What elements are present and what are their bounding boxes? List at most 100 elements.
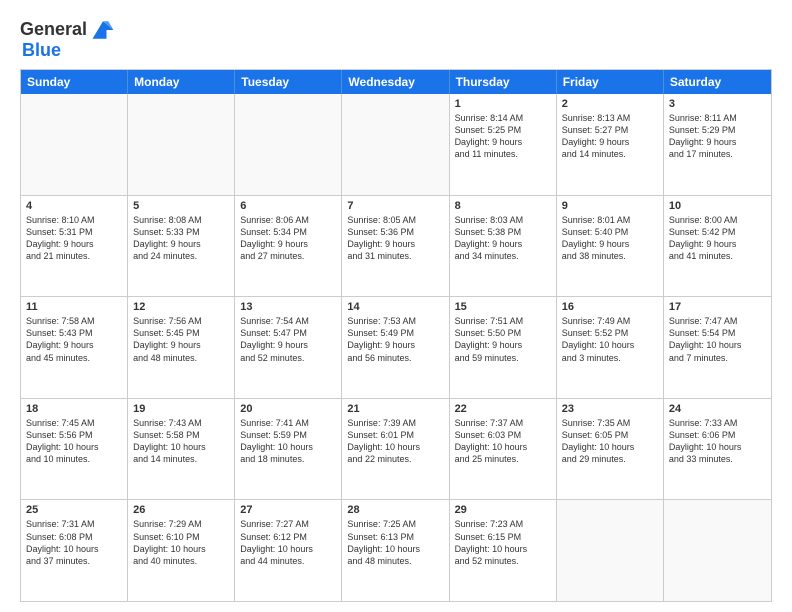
cell-info: Sunrise: 7:39 AM Sunset: 6:01 PM Dayligh… <box>347 417 443 466</box>
cal-cell: 7 Sunrise: 8:05 AM Sunset: 5:36 PM Daylig… <box>342 196 449 297</box>
cal-cell: 8 Sunrise: 8:03 AM Sunset: 5:38 PM Daylig… <box>450 196 557 297</box>
cell-info: Sunrise: 7:49 AM Sunset: 5:52 PM Dayligh… <box>562 315 658 364</box>
cal-cell: 4 Sunrise: 8:10 AM Sunset: 5:31 PM Daylig… <box>21 196 128 297</box>
cal-header-tuesday: Tuesday <box>235 70 342 94</box>
cal-cell: 12 Sunrise: 7:56 AM Sunset: 5:45 PM Dayli… <box>128 297 235 398</box>
cal-week-4: 25 Sunrise: 7:31 AM Sunset: 6:08 PM Dayli… <box>21 499 771 601</box>
cal-cell <box>235 94 342 195</box>
cal-cell: 6 Sunrise: 8:06 AM Sunset: 5:34 PM Daylig… <box>235 196 342 297</box>
day-number: 19 <box>133 403 229 415</box>
logo-text: General <box>20 20 87 40</box>
day-number: 3 <box>669 98 766 110</box>
day-number: 27 <box>240 504 336 516</box>
cal-cell: 1 Sunrise: 8:14 AM Sunset: 5:25 PM Daylig… <box>450 94 557 195</box>
day-number: 26 <box>133 504 229 516</box>
cell-info: Sunrise: 7:29 AM Sunset: 6:10 PM Dayligh… <box>133 518 229 567</box>
day-number: 28 <box>347 504 443 516</box>
day-number: 13 <box>240 301 336 313</box>
day-number: 7 <box>347 200 443 212</box>
cell-info: Sunrise: 8:11 AM Sunset: 5:29 PM Dayligh… <box>669 112 766 161</box>
day-number: 24 <box>669 403 766 415</box>
cal-cell: 3 Sunrise: 8:11 AM Sunset: 5:29 PM Daylig… <box>664 94 771 195</box>
cal-cell: 20 Sunrise: 7:41 AM Sunset: 5:59 PM Dayli… <box>235 399 342 500</box>
cal-cell <box>21 94 128 195</box>
day-number: 10 <box>669 200 766 212</box>
cell-info: Sunrise: 8:08 AM Sunset: 5:33 PM Dayligh… <box>133 214 229 263</box>
cell-info: Sunrise: 7:37 AM Sunset: 6:03 PM Dayligh… <box>455 417 551 466</box>
cal-cell <box>342 94 449 195</box>
day-number: 11 <box>26 301 122 313</box>
cal-cell: 25 Sunrise: 7:31 AM Sunset: 6:08 PM Dayli… <box>21 500 128 601</box>
cell-info: Sunrise: 8:06 AM Sunset: 5:34 PM Dayligh… <box>240 214 336 263</box>
cal-cell: 13 Sunrise: 7:54 AM Sunset: 5:47 PM Dayli… <box>235 297 342 398</box>
cal-cell: 10 Sunrise: 8:00 AM Sunset: 5:42 PM Dayli… <box>664 196 771 297</box>
cal-cell: 22 Sunrise: 7:37 AM Sunset: 6:03 PM Dayli… <box>450 399 557 500</box>
cal-cell: 24 Sunrise: 7:33 AM Sunset: 6:06 PM Dayli… <box>664 399 771 500</box>
cell-info: Sunrise: 8:01 AM Sunset: 5:40 PM Dayligh… <box>562 214 658 263</box>
cal-cell: 16 Sunrise: 7:49 AM Sunset: 5:52 PM Dayli… <box>557 297 664 398</box>
cal-cell <box>664 500 771 601</box>
cal-cell: 18 Sunrise: 7:45 AM Sunset: 5:56 PM Dayli… <box>21 399 128 500</box>
cell-info: Sunrise: 7:45 AM Sunset: 5:56 PM Dayligh… <box>26 417 122 466</box>
cal-header-friday: Friday <box>557 70 664 94</box>
day-number: 23 <box>562 403 658 415</box>
cell-info: Sunrise: 7:54 AM Sunset: 5:47 PM Dayligh… <box>240 315 336 364</box>
day-number: 14 <box>347 301 443 313</box>
cell-info: Sunrise: 8:14 AM Sunset: 5:25 PM Dayligh… <box>455 112 551 161</box>
cal-cell: 29Sunrise: 7:23 AM Sunset: 6:15 PM Dayli… <box>450 500 557 601</box>
page: General Blue SundayMondayTuesdayWednesda… <box>0 0 792 612</box>
cal-cell: 15 Sunrise: 7:51 AM Sunset: 5:50 PM Dayli… <box>450 297 557 398</box>
cal-cell: 26 Sunrise: 7:29 AM Sunset: 6:10 PM Dayli… <box>128 500 235 601</box>
day-number: 25 <box>26 504 122 516</box>
day-number: 4 <box>26 200 122 212</box>
cell-info: Sunrise: 8:10 AM Sunset: 5:31 PM Dayligh… <box>26 214 122 263</box>
day-number: 2 <box>562 98 658 110</box>
day-number: 20 <box>240 403 336 415</box>
cell-info: Sunrise: 7:35 AM Sunset: 6:05 PM Dayligh… <box>562 417 658 466</box>
day-number: 5 <box>133 200 229 212</box>
cal-cell: 27 Sunrise: 7:27 AM Sunset: 6:12 PM Dayli… <box>235 500 342 601</box>
logo: General Blue <box>20 16 117 61</box>
cal-cell: 28Sunrise: 7:25 AM Sunset: 6:13 PM Dayli… <box>342 500 449 601</box>
cell-info: Sunrise: 8:03 AM Sunset: 5:38 PM Dayligh… <box>455 214 551 263</box>
day-number: 12 <box>133 301 229 313</box>
cell-info: Sunrise: 7:43 AM Sunset: 5:58 PM Dayligh… <box>133 417 229 466</box>
cell-info: Sunrise: 7:33 AM Sunset: 6:06 PM Dayligh… <box>669 417 766 466</box>
cell-info: Sunrise: 8:00 AM Sunset: 5:42 PM Dayligh… <box>669 214 766 263</box>
day-number: 1 <box>455 98 551 110</box>
cal-cell: 14 Sunrise: 7:53 AM Sunset: 5:49 PM Dayli… <box>342 297 449 398</box>
cal-week-3: 18 Sunrise: 7:45 AM Sunset: 5:56 PM Dayli… <box>21 398 771 500</box>
calendar-header-row: SundayMondayTuesdayWednesdayThursdayFrid… <box>21 70 771 94</box>
header: General Blue <box>20 16 772 61</box>
cal-cell: 11 Sunrise: 7:58 AM Sunset: 5:43 PM Dayli… <box>21 297 128 398</box>
cal-cell: 5 Sunrise: 8:08 AM Sunset: 5:33 PM Daylig… <box>128 196 235 297</box>
logo-icon <box>89 16 117 44</box>
cell-info: Sunrise: 7:58 AM Sunset: 5:43 PM Dayligh… <box>26 315 122 364</box>
cell-info: Sunrise: 7:31 AM Sunset: 6:08 PM Dayligh… <box>26 518 122 567</box>
day-number: 18 <box>26 403 122 415</box>
day-number: 15 <box>455 301 551 313</box>
cell-info: Sunrise: 7:47 AM Sunset: 5:54 PM Dayligh… <box>669 315 766 364</box>
cal-header-wednesday: Wednesday <box>342 70 449 94</box>
day-number: 6 <box>240 200 336 212</box>
cal-cell <box>557 500 664 601</box>
cal-header-thursday: Thursday <box>450 70 557 94</box>
cal-cell: 9 Sunrise: 8:01 AM Sunset: 5:40 PM Daylig… <box>557 196 664 297</box>
day-number: 8 <box>455 200 551 212</box>
cell-info: Sunrise: 8:05 AM Sunset: 5:36 PM Dayligh… <box>347 214 443 263</box>
cal-header-sunday: Sunday <box>21 70 128 94</box>
cal-cell: 17Sunrise: 7:47 AM Sunset: 5:54 PM Dayli… <box>664 297 771 398</box>
cell-info: Sunrise: 8:13 AM Sunset: 5:27 PM Dayligh… <box>562 112 658 161</box>
day-number: 16 <box>562 301 658 313</box>
cell-info: Sunrise: 7:41 AM Sunset: 5:59 PM Dayligh… <box>240 417 336 466</box>
cal-header-saturday: Saturday <box>664 70 771 94</box>
day-number: 29 <box>455 504 551 516</box>
cell-info: Sunrise: 7:53 AM Sunset: 5:49 PM Dayligh… <box>347 315 443 364</box>
day-number: 9 <box>562 200 658 212</box>
cal-header-monday: Monday <box>128 70 235 94</box>
cell-info: Sunrise: 7:56 AM Sunset: 5:45 PM Dayligh… <box>133 315 229 364</box>
day-number: 22 <box>455 403 551 415</box>
cell-info: Sunrise: 7:27 AM Sunset: 6:12 PM Dayligh… <box>240 518 336 567</box>
cal-cell: 2 Sunrise: 8:13 AM Sunset: 5:27 PM Daylig… <box>557 94 664 195</box>
cell-info: Sunrise: 7:51 AM Sunset: 5:50 PM Dayligh… <box>455 315 551 364</box>
